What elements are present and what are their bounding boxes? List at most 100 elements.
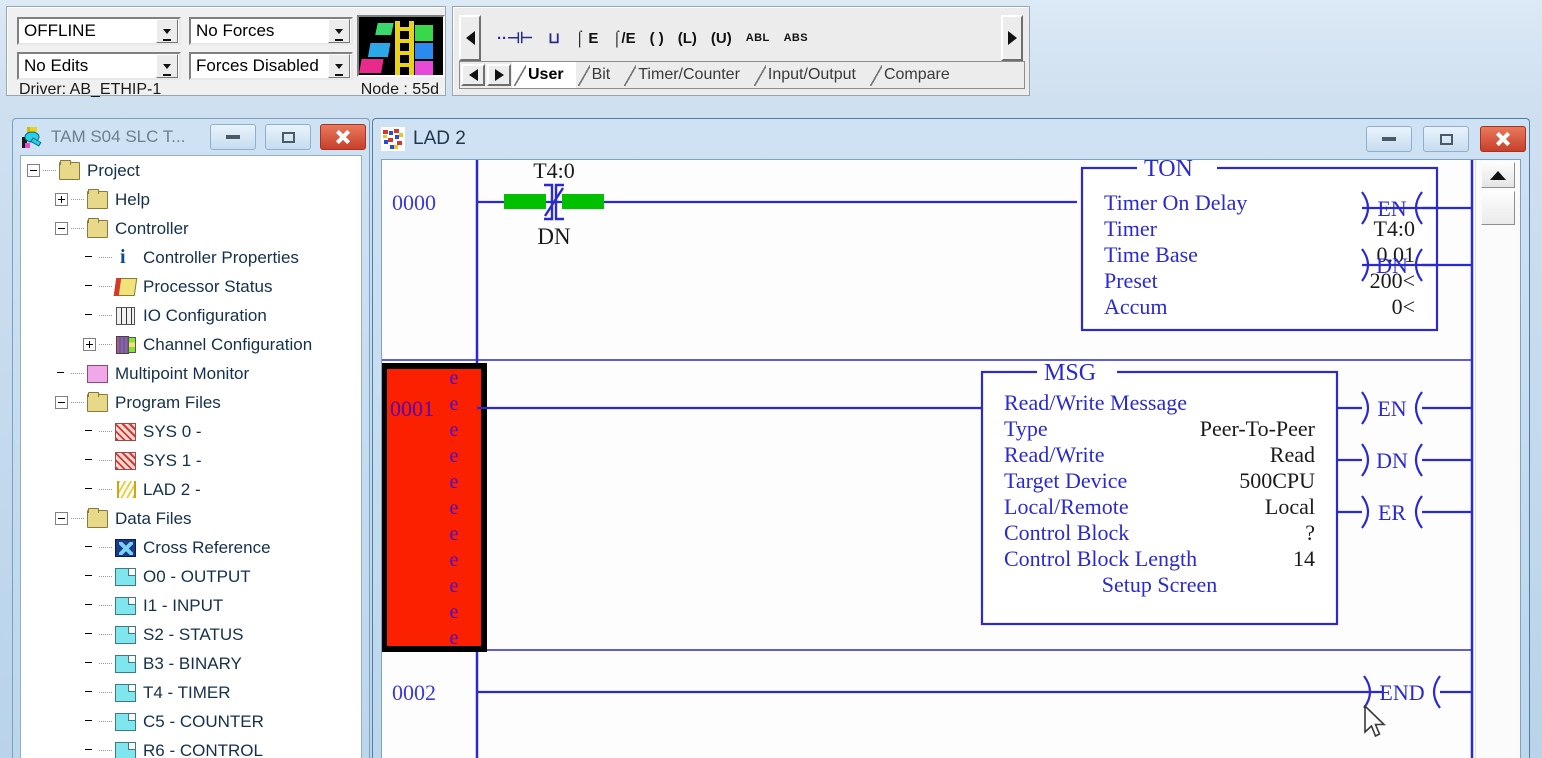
tree-item-project[interactable]: Project xyxy=(21,156,361,185)
collapse-icon[interactable] xyxy=(55,396,68,409)
tab-user[interactable]: User xyxy=(512,62,576,88)
tree-item-lad-2[interactable]: LAD 2 - xyxy=(21,475,361,504)
tree-item-t4-timer[interactable]: T4 - TIMER xyxy=(21,678,361,707)
scroll-left-arrow-icon[interactable] xyxy=(459,15,481,61)
tree-item-o0-output[interactable]: O0 - OUTPUT xyxy=(21,562,361,591)
project-tree-icon xyxy=(19,125,45,149)
chevron-down-icon[interactable] xyxy=(328,54,350,78)
tree-item-c5-counter[interactable]: C5 - COUNTER xyxy=(21,707,361,736)
tab-timer-counter[interactable]: Timer/Counter xyxy=(622,62,752,88)
tab-next-arrow-icon[interactable] xyxy=(487,64,511,86)
msg-field-label: Target Device xyxy=(1004,468,1127,493)
tree-item-multipoint-monitor[interactable]: Multipoint Monitor xyxy=(21,359,361,388)
error-marker-column: eeeeeeeeeee xyxy=(450,367,459,649)
tree-connector xyxy=(43,170,57,171)
xio-examine-off-icon[interactable]: ⌠/E xyxy=(612,25,635,51)
scrollbar-track[interactable] xyxy=(1481,226,1515,758)
end-rung-label: END xyxy=(1379,680,1424,705)
chevron-down-icon[interactable] xyxy=(156,19,178,43)
tree-item-r6-control[interactable]: R6 - CONTROL xyxy=(21,736,361,758)
forces-enable-dropdown[interactable]: Forces Disabled xyxy=(189,52,353,80)
ton-block-description: Timer On Delay xyxy=(1104,190,1247,215)
tree-spacer xyxy=(83,309,96,322)
collapse-icon[interactable] xyxy=(55,512,68,525)
ladder-thumbnail-icon[interactable] xyxy=(357,15,445,77)
mdi-client-area: TAM S04 SLC T... Project Help Controller Co… xyxy=(0,100,1542,758)
tab-bit[interactable]: Bit xyxy=(575,62,623,88)
chan-icon xyxy=(115,335,136,354)
ton-field-label: Time Base xyxy=(1104,242,1198,267)
msg-field-value: Local xyxy=(1265,494,1315,519)
tree-item-label: C5 - COUNTER xyxy=(143,711,264,731)
collapse-icon[interactable] xyxy=(55,222,68,235)
abs-instruction-icon[interactable]: ABS xyxy=(784,25,808,51)
tree-item-help[interactable]: Help xyxy=(21,185,361,214)
tree-item-processor-status[interactable]: Processor Status xyxy=(21,272,361,301)
tree-item-sys-0[interactable]: SYS 0 - xyxy=(21,417,361,446)
ote-output-energize-icon[interactable]: ( ) xyxy=(650,25,664,51)
tree-item-s2-status[interactable]: S2 - STATUS xyxy=(21,620,361,649)
msg-field-value: 500CPU xyxy=(1239,468,1315,493)
scroll-up-arrow-icon[interactable] xyxy=(1481,162,1515,188)
msg-setup-screen-link[interactable]: Setup Screen xyxy=(1102,572,1217,597)
tree-spacer xyxy=(83,425,96,438)
branch-open-icon[interactable]: ⊔ xyxy=(547,25,561,51)
project-tree-titlebar[interactable]: TAM S04 SLC T... xyxy=(13,119,369,155)
expand-icon[interactable] xyxy=(55,193,68,206)
maximize-icon[interactable] xyxy=(1423,126,1469,152)
instruction-icon-row: ··⊣⊢ ⊔ ⌠ E ⌠/E ( ) (L) (U) ABL ABS xyxy=(489,15,995,61)
project-tree-list[interactable]: Project Help Controller Controller Properti… xyxy=(20,155,362,758)
svg-text:e: e xyxy=(450,393,459,415)
msg-block-title: MSG xyxy=(1044,360,1096,386)
ladder-titlebar[interactable]: LAD 2 xyxy=(373,119,1529,159)
tree-item-cross-reference[interactable]: Cross Reference xyxy=(21,533,361,562)
coil-label-DN: DN xyxy=(1376,253,1408,278)
tree-connector xyxy=(99,750,113,751)
minimize-icon[interactable] xyxy=(1366,126,1412,152)
abl-instruction-icon[interactable]: ABL xyxy=(746,25,770,51)
tab-prev-arrow-icon[interactable] xyxy=(461,64,485,86)
tree-connector xyxy=(71,199,85,200)
close-icon[interactable] xyxy=(320,124,366,150)
xic-examine-on-icon[interactable]: ⌠ E xyxy=(575,25,598,51)
svg-text:e: e xyxy=(450,445,459,467)
svg-text:e: e xyxy=(450,497,459,519)
close-icon[interactable] xyxy=(1480,126,1526,152)
tab-compare[interactable]: Compare xyxy=(867,62,962,88)
msg-field-label: Control Block Length xyxy=(1004,546,1197,571)
svg-text:e: e xyxy=(450,601,459,623)
forces-status-dropdown[interactable]: No Forces xyxy=(189,17,353,45)
coil-label-ER: ER xyxy=(1378,500,1406,525)
tree-item-program-files[interactable]: Program Files xyxy=(21,388,361,417)
coil-right-bracket xyxy=(1432,675,1441,709)
maximize-icon[interactable] xyxy=(265,124,311,150)
tree-item-b3-binary[interactable]: B3 - BINARY xyxy=(21,649,361,678)
ladder-canvas[interactable]: 0000 T4:0 DN TON Timer On Delay Timer T4:0 Time… xyxy=(382,160,1475,758)
branch-icon[interactable]: ··⊣⊢ xyxy=(497,25,533,51)
tree-item-channel-configuration[interactable]: Channel Configuration xyxy=(21,330,361,359)
scrollbar-thumb[interactable] xyxy=(1481,191,1515,225)
tree-item-i1-input[interactable]: I1 - INPUT xyxy=(21,591,361,620)
collapse-icon[interactable] xyxy=(27,164,40,177)
expand-icon[interactable] xyxy=(83,338,96,351)
svg-text:e: e xyxy=(450,419,459,441)
msg-field-value: 14 xyxy=(1293,546,1315,571)
otl-output-latch-icon[interactable]: (L) xyxy=(678,25,697,51)
chevron-down-icon[interactable] xyxy=(328,19,350,43)
tree-item-data-files[interactable]: Data Files xyxy=(21,504,361,533)
folder-icon xyxy=(87,391,108,412)
pstat-icon xyxy=(113,277,138,296)
otu-output-unlatch-icon[interactable]: (U) xyxy=(711,25,732,51)
edits-status-dropdown[interactable]: No Edits xyxy=(17,52,181,80)
ladder-vertical-scrollbar[interactable] xyxy=(1475,160,1520,758)
minimize-icon[interactable] xyxy=(210,124,256,150)
processor-mode-dropdown[interactable]: OFFLINE xyxy=(17,17,181,45)
scroll-right-arrow-icon[interactable] xyxy=(1001,15,1023,61)
tree-item-controller-properties[interactable]: Controller Properties xyxy=(21,243,361,272)
tree-item-controller[interactable]: Controller xyxy=(21,214,361,243)
rung-number-0001: 0001 xyxy=(390,396,434,421)
chevron-down-icon[interactable] xyxy=(156,54,178,78)
tree-item-io-configuration[interactable]: IO Configuration xyxy=(21,301,361,330)
tab-input-output[interactable]: Input/Output xyxy=(751,62,868,88)
tree-item-sys-1[interactable]: SYS 1 - xyxy=(21,446,361,475)
